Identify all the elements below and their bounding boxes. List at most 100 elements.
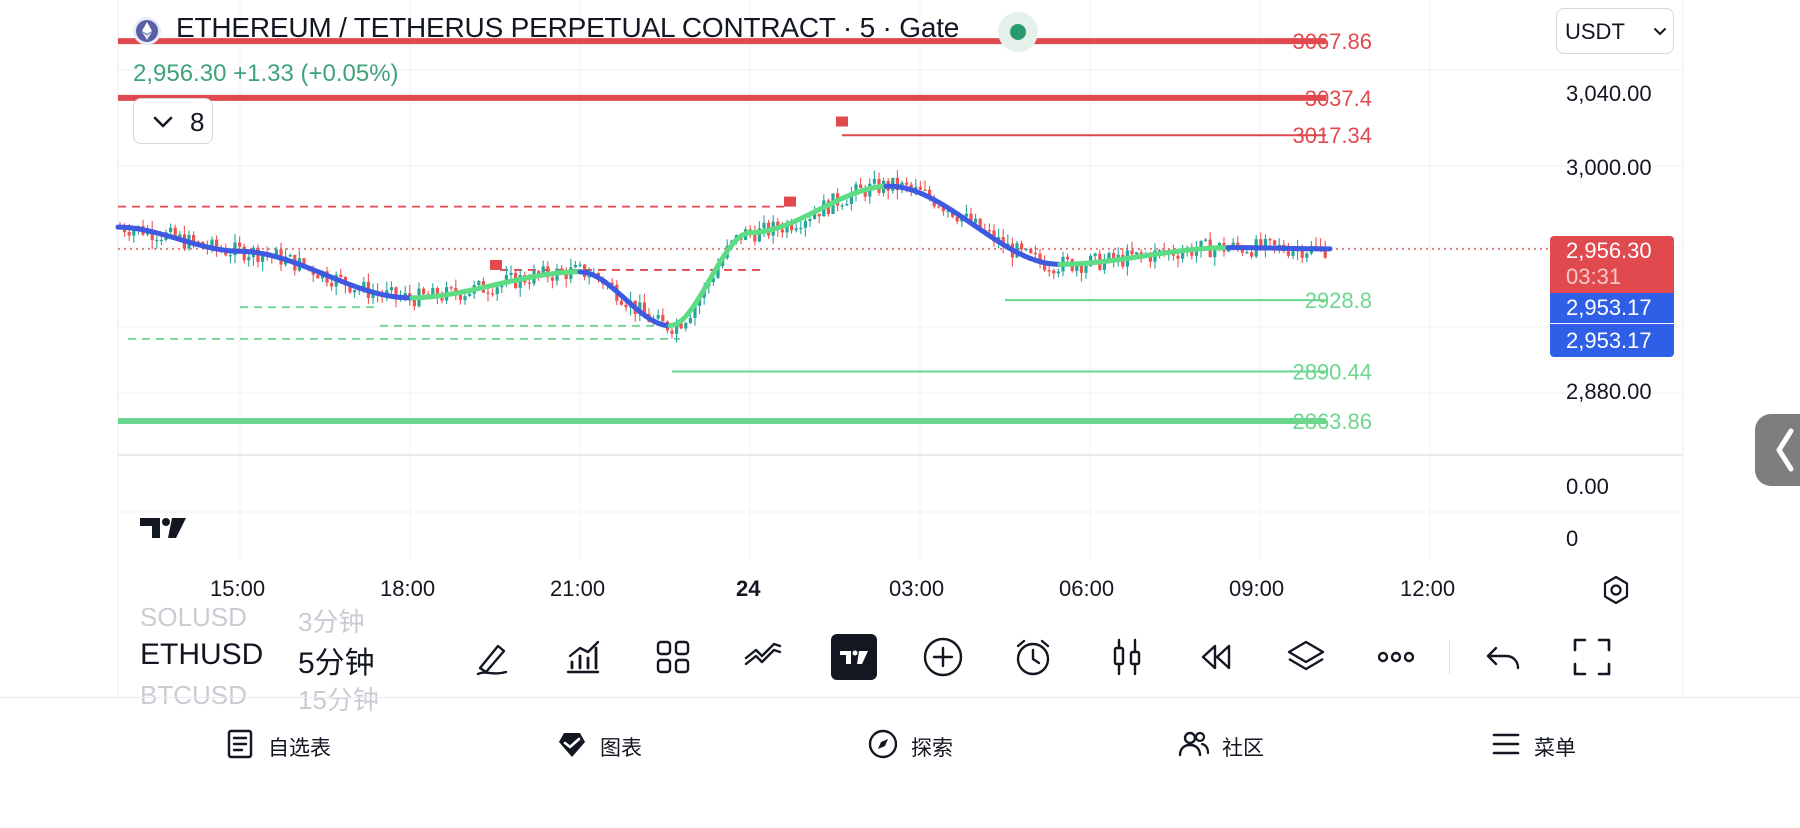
symbol-below[interactable]: BTCUSD — [140, 680, 247, 711]
candles-icon — [1113, 638, 1141, 676]
chart-screen: 3067.86 3037.4 3017.34 2928.8 2890.44 2863.86… — [0, 0, 1800, 828]
side-panel-handle[interactable] — [1755, 414, 1800, 486]
candle-body — [1176, 255, 1180, 259]
compass-icon — [868, 729, 898, 759]
symbol-above[interactable]: SOLUSD — [140, 602, 247, 633]
draw-icon — [476, 644, 508, 676]
candle-body — [1093, 253, 1097, 256]
indicators-icon — [566, 640, 600, 674]
add-button[interactable] — [920, 634, 966, 680]
candle-body — [859, 184, 863, 189]
candle-body — [923, 189, 927, 191]
tradingview-icon — [831, 634, 877, 680]
candle-body — [477, 281, 481, 286]
volume-axis-label: 0 — [1566, 526, 1579, 551]
symbol-title[interactable]: ETHEREUM / TETHERUS PERPETUAL CONTRACT ·… — [176, 12, 959, 44]
level-label: 2863.86 — [1292, 409, 1372, 434]
candle-body — [987, 230, 991, 232]
more-button[interactable] — [1373, 634, 1419, 680]
time-axis-label: 24 — [736, 576, 761, 601]
alert-button[interactable] — [1010, 634, 1056, 680]
indicators-toggle-button[interactable]: 8 — [133, 98, 213, 144]
candle-body — [1020, 243, 1024, 250]
candle-body — [1286, 251, 1290, 256]
tradingview-button[interactable] — [831, 634, 877, 680]
chart-type-button[interactable] — [1104, 634, 1150, 680]
interval-below[interactable]: 15分钟 — [298, 680, 379, 717]
candle-body — [169, 227, 173, 233]
candle-body — [330, 282, 334, 287]
candle-body — [1181, 252, 1185, 259]
undo-button[interactable] — [1480, 634, 1526, 680]
candle-body — [422, 288, 426, 295]
bar-countdown: 03:31 — [1566, 264, 1622, 289]
candle-body — [1052, 270, 1056, 274]
last-price: 2,956.30 — [133, 60, 227, 87]
compare-button[interactable] — [740, 634, 786, 680]
level-label: 3017.34 — [1292, 123, 1372, 148]
axis-settings-icon[interactable] — [1600, 574, 1632, 606]
chevron-down-icon — [153, 116, 173, 128]
candle-body — [491, 293, 495, 295]
replay-icon — [1201, 644, 1231, 670]
nav-label: 图表 — [600, 737, 642, 760]
candle-body — [1066, 256, 1070, 260]
symbol-selector[interactable]: ETHUSD — [140, 638, 263, 672]
candle-body — [918, 186, 922, 190]
nav-label: 自选表 — [268, 737, 331, 760]
candle-body — [905, 182, 909, 185]
indicator-count: 8 — [190, 107, 205, 137]
candle-body — [573, 265, 577, 268]
candle-body — [509, 272, 513, 276]
interval-selector[interactable]: 5分钟 — [298, 638, 375, 682]
candle-body — [339, 274, 343, 277]
candle-body — [1084, 265, 1088, 273]
indicator-price-tag: 2,953.17 — [1550, 293, 1674, 323]
indicators-button[interactable] — [560, 634, 606, 680]
signal-marker — [490, 259, 502, 270]
candle-body — [495, 287, 499, 295]
fullscreen-icon — [1573, 638, 1611, 676]
candle-body — [1130, 250, 1134, 255]
bottom-nav-divider — [0, 697, 1800, 698]
candle-body — [656, 314, 660, 319]
price-axis-label: 2,880.00 — [1566, 379, 1652, 404]
candle-body — [1024, 248, 1028, 251]
candle-body — [486, 292, 490, 294]
time-axis-label: 03:00 — [889, 576, 945, 601]
candle-body — [684, 322, 688, 329]
menu-icon — [1492, 733, 1520, 755]
fullscreen-button[interactable] — [1569, 634, 1615, 680]
volume-axis-label: 0.00 — [1566, 474, 1609, 499]
draw-button[interactable] — [470, 634, 516, 680]
candle-body — [468, 293, 472, 297]
candle-body — [661, 314, 665, 322]
market-status-icon[interactable] — [998, 12, 1038, 52]
level-label: 3067.86 — [1292, 29, 1372, 54]
candle-body — [1033, 253, 1037, 255]
candle-body — [578, 264, 582, 266]
time-axis-label: 09:00 — [1229, 576, 1285, 601]
ethereum-logo-icon — [133, 17, 161, 45]
candle-body — [974, 218, 978, 224]
candle-body — [463, 296, 467, 301]
candle-body — [1305, 253, 1309, 258]
layers-button[interactable] — [1283, 634, 1329, 680]
candle-body — [550, 277, 554, 281]
add-icon — [923, 637, 963, 677]
level-label: 3037.4 — [1305, 86, 1372, 111]
candle-body — [1079, 265, 1083, 273]
candle-body — [1291, 251, 1295, 256]
candle-body — [624, 304, 628, 308]
currency-select[interactable]: USDT — [1556, 8, 1674, 54]
level-label: 2928.8 — [1305, 288, 1372, 313]
layout-button[interactable] — [650, 634, 696, 680]
candle-body — [872, 178, 876, 184]
candle-body — [937, 206, 941, 208]
interval-above[interactable]: 3分钟 — [298, 602, 364, 639]
candle-body — [353, 289, 357, 293]
indicator-price-tag: 2,953.17 — [1550, 324, 1674, 357]
replay-button[interactable] — [1193, 634, 1239, 680]
candle-body — [228, 255, 232, 257]
chevron-down-icon — [1654, 28, 1666, 36]
